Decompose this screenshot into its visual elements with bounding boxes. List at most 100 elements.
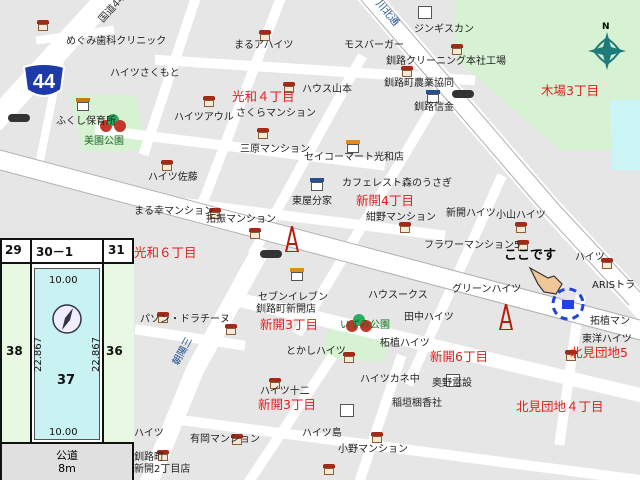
building-icon: [224, 324, 238, 335]
lot-compass-icon: [52, 304, 82, 334]
road-name-label: 公道: [56, 449, 78, 462]
place-label: 新開2丁目店: [134, 464, 191, 475]
place-label: 拓振マンション: [206, 214, 276, 225]
route-44-shield: 44: [22, 63, 66, 102]
place-label: ハイツ: [134, 428, 164, 439]
traffic-light-icon: [452, 90, 474, 98]
place-label: セブンイレブン: [258, 292, 328, 303]
area-label: 北見団地5: [570, 345, 628, 360]
place-label: ハイツ十二: [260, 386, 310, 397]
building-icon: [400, 66, 414, 77]
compass-rose: N: [588, 22, 626, 72]
tower-icon: [498, 304, 514, 330]
place-label: 釧路クリーニング本社工場: [386, 56, 506, 67]
lot-bottom-dimension: 10.00: [49, 427, 78, 438]
place-label: 釧路町農業協同: [384, 78, 454, 89]
target-location-marker[interactable]: [548, 284, 588, 324]
building-icon: [322, 464, 336, 475]
place-label: 小野マンション: [338, 444, 408, 455]
water-area: [610, 100, 640, 170]
building-icon: [36, 20, 50, 31]
school-icon: [76, 98, 90, 111]
place-label: パソン・ドラチーヌ: [140, 314, 230, 325]
place-label: ハイツアウル: [174, 112, 234, 123]
place-label: 三原マンション: [240, 144, 310, 155]
place-label: ハウスークス: [368, 290, 428, 301]
target-lot[interactable]: 10.00 10.00 22.867 22.867 37: [33, 268, 102, 440]
lot-top-row: 29 30－1 31: [2, 240, 132, 264]
lot-left-dimension: 22.867: [33, 337, 44, 372]
place-label: ハイツさくもと: [110, 68, 180, 79]
place-label: 稲垣梱香社: [392, 398, 442, 409]
place-label: ハイツ島: [302, 428, 342, 439]
lot-number-30-1: 30－1: [36, 245, 74, 259]
place-label: カフェレスト森のうさぎ: [342, 178, 452, 189]
place-label: 小山ハイツ: [496, 210, 546, 221]
lot-top-dimension: 10.00: [49, 275, 78, 286]
lot-right-dimension: 22.867: [91, 337, 102, 372]
building-icon: [370, 432, 384, 443]
building-icon: [202, 96, 216, 107]
lot-number-31: 31: [108, 243, 125, 257]
place-label: とかしハイツ: [286, 346, 346, 357]
building-icon: [398, 222, 412, 233]
place-label: まる幸マンション: [134, 206, 214, 217]
place-label: 釧路町: [134, 452, 164, 463]
place-label: 東洋ハイツ: [582, 334, 632, 345]
compass-icon: [588, 32, 626, 70]
place-label: 拓植マン: [590, 316, 630, 327]
route-number: 44: [32, 71, 56, 93]
place-label: 紺野マンション: [366, 212, 436, 223]
north-label: N: [602, 22, 610, 32]
place-label: ジンギスカン: [414, 24, 474, 35]
building-icon: [256, 128, 270, 139]
building-icon: [418, 6, 432, 19]
park-label: 美園公園: [84, 136, 124, 147]
place-label: ハイツ佐藤: [148, 172, 198, 183]
place-label: ハウス山本: [302, 84, 352, 95]
place-label: セイコーマート光和店: [304, 152, 404, 163]
area-label: 新開4丁目: [356, 193, 414, 208]
lot-number-38: 38: [6, 344, 23, 358]
place-label: ふくし保育所: [56, 116, 116, 127]
area-label: 光和６丁目: [134, 245, 197, 260]
building-icon: [450, 44, 464, 55]
park-label: いずみ公園: [340, 320, 390, 331]
area-label: 北見団地４丁目: [516, 399, 604, 414]
place-label: 新開ハイツ: [446, 208, 496, 219]
lot-number-37: 37: [57, 373, 76, 388]
lot-plan-panel: 29 30－1 31 38 36 10.00 10.00 22.867 22.8…: [0, 238, 134, 480]
place-label: 柘植ハイツ: [380, 338, 430, 349]
map-canvas[interactable]: 44 N 光和４丁目 木場3丁目 新開4丁目 光和６丁目 新開3丁目 新開6丁目…: [0, 0, 640, 480]
place-label: 釧路町新開店: [256, 304, 316, 315]
tower-icon: [284, 226, 300, 252]
building-icon: [514, 222, 528, 233]
area-label: 新開3丁目: [258, 397, 316, 412]
here-label: ここです: [504, 248, 557, 263]
building-icon: [248, 228, 262, 239]
place-label: 釧路信金: [414, 102, 454, 113]
place-label: めぐみ歯科クリニック: [66, 36, 167, 47]
place-label: 有岡マンション: [190, 434, 260, 445]
road-width-label: 8m: [58, 462, 76, 475]
place-label: グリーンハイツ: [452, 284, 522, 295]
place-label: ARISトラ: [592, 280, 636, 291]
area-label: 新開6丁目: [430, 349, 488, 364]
place-label: ハイツカネ中: [360, 374, 420, 385]
traffic-light-icon: [260, 250, 282, 258]
place-label: モスバーガー: [344, 40, 404, 51]
place-label: さくらマンション: [236, 108, 316, 119]
place-label: ハイツ: [575, 252, 605, 263]
place-label: まるアハイツ: [234, 40, 294, 51]
place-label: 田中ハイツ: [404, 312, 454, 323]
lot-number-36: 36: [106, 344, 123, 358]
building-icon: [160, 160, 174, 171]
public-road-section: 公道 8m: [2, 442, 132, 480]
area-label: 光和４丁目: [232, 89, 295, 104]
area-label: 新開3丁目: [260, 317, 318, 332]
area-label: 木場3丁目: [541, 83, 599, 98]
place-label: 東屋分家: [292, 196, 332, 207]
lot-number-29: 29: [5, 243, 22, 257]
building-icon: [340, 404, 354, 417]
traffic-light-icon: [8, 114, 30, 122]
